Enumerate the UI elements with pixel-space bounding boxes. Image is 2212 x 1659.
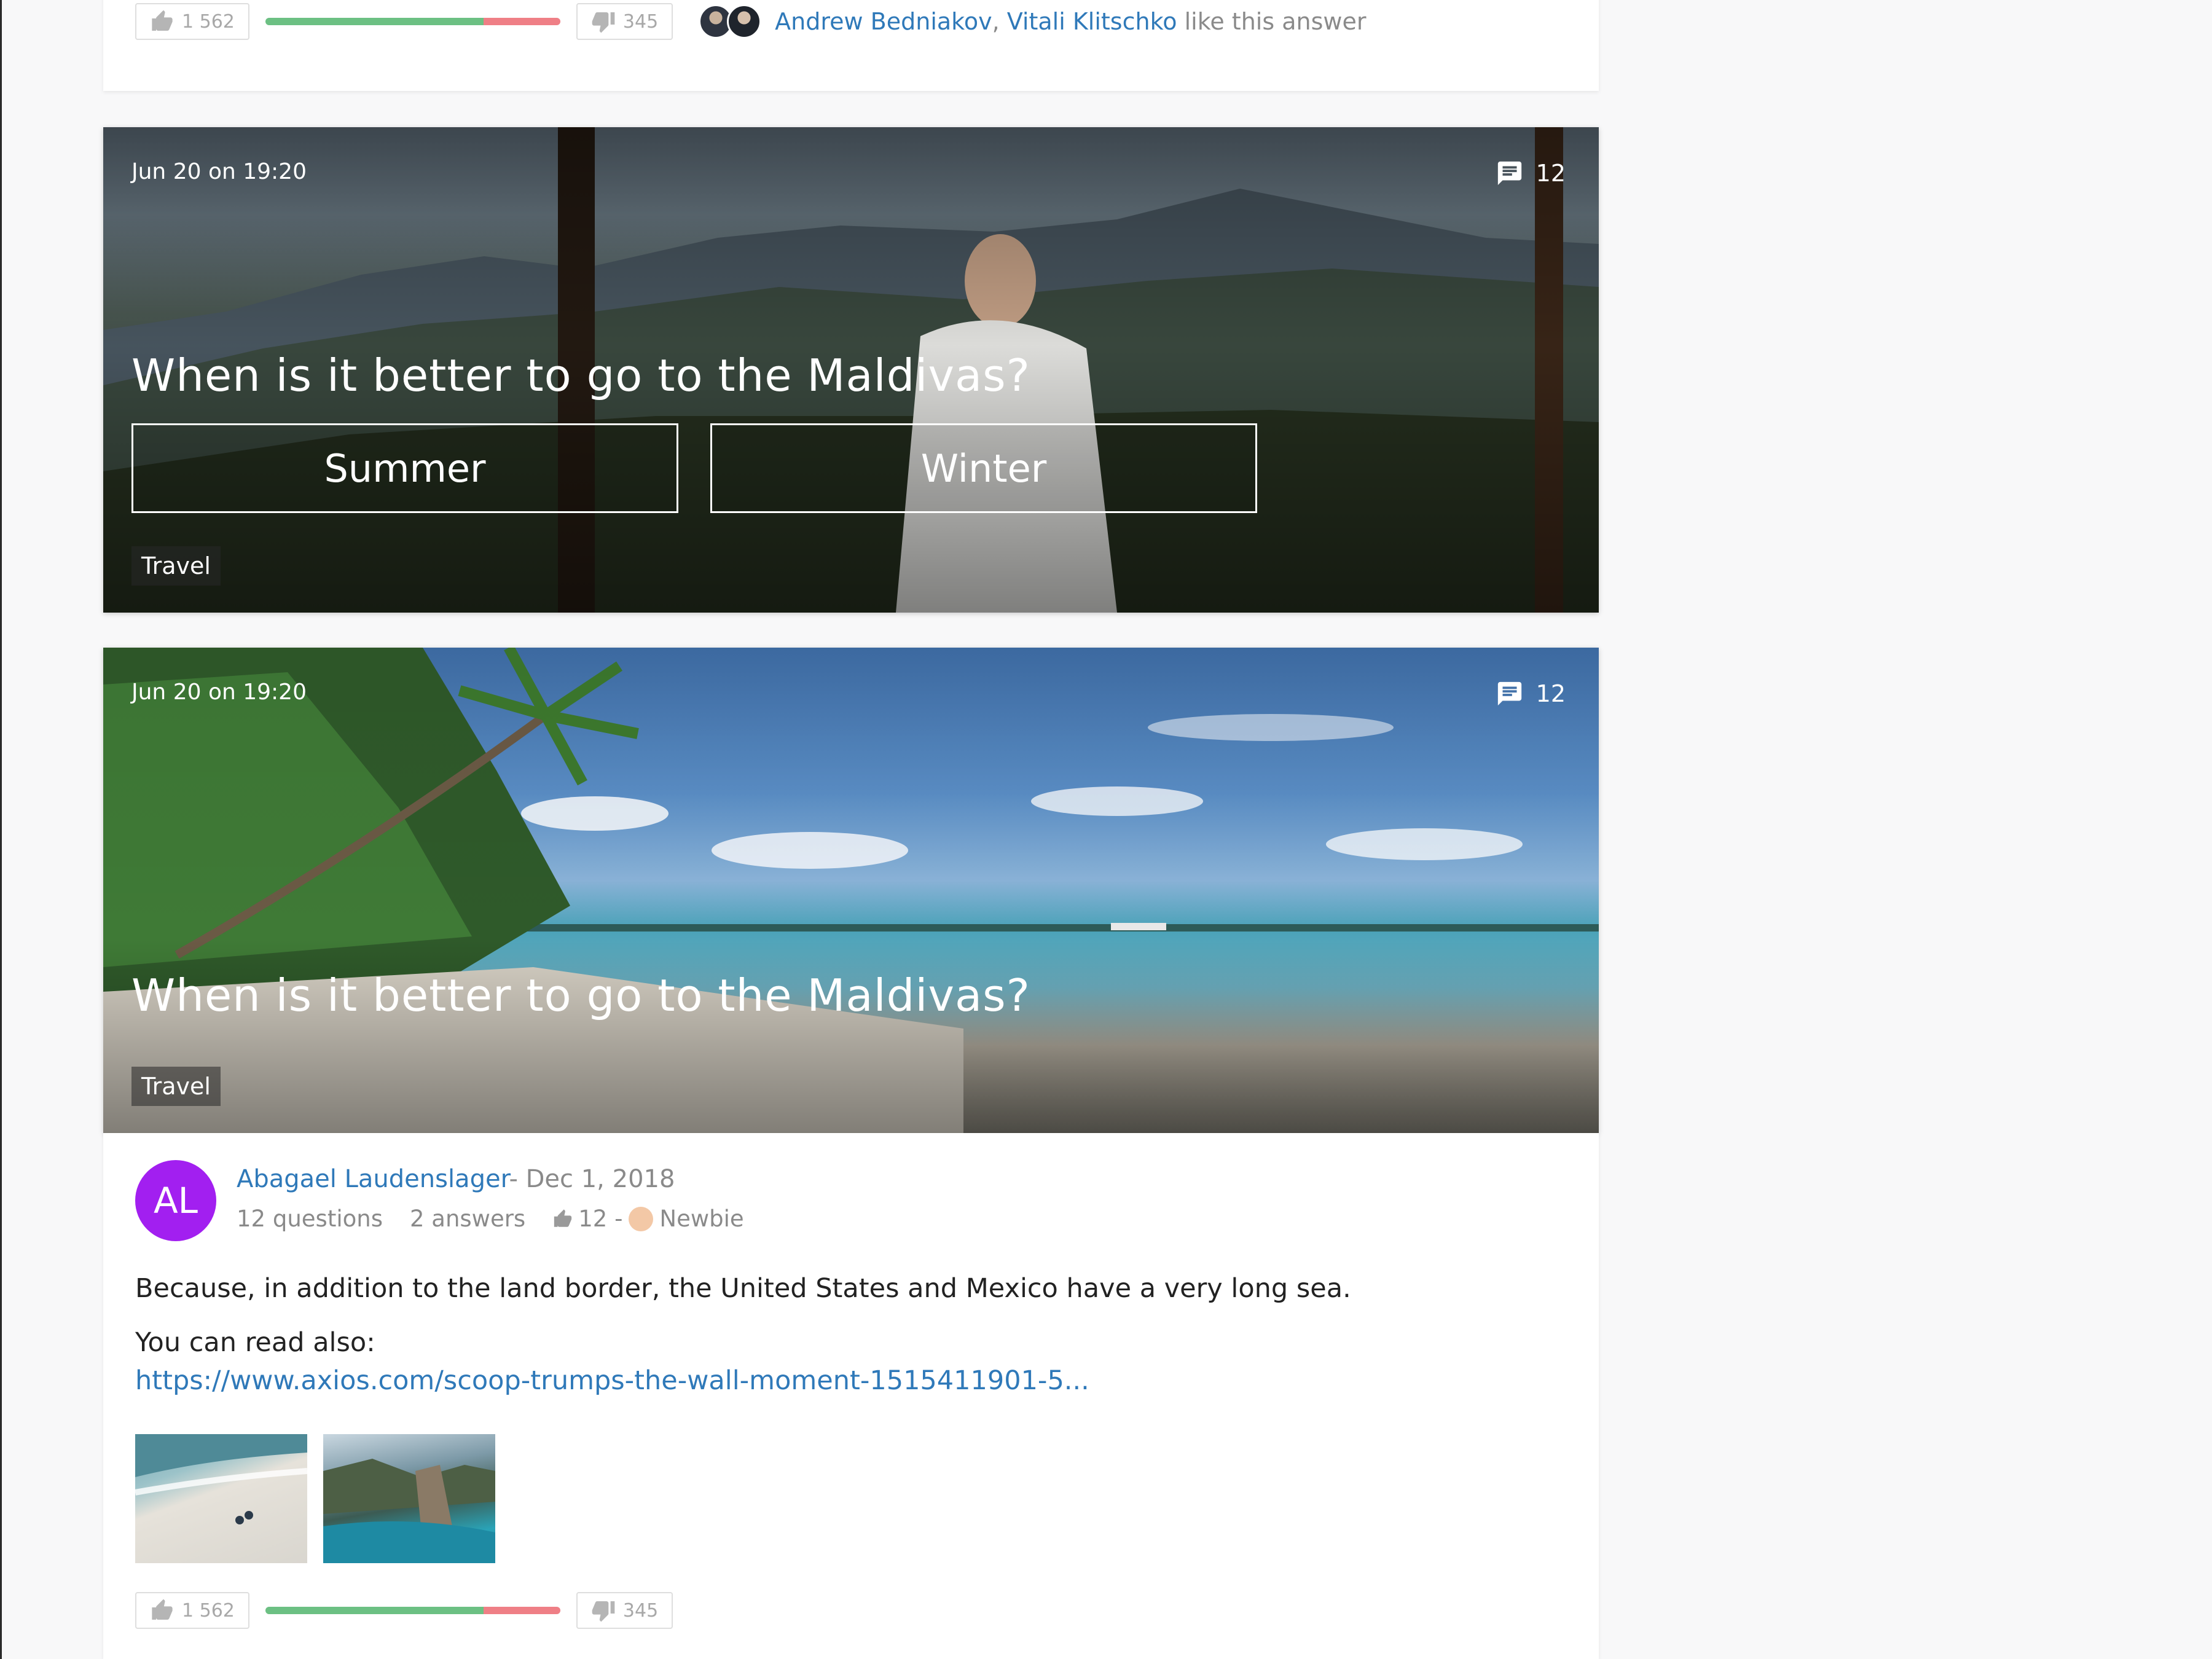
comment-count[interactable]: 12 [1496,159,1566,187]
beach-photo-thumbnail [135,1434,307,1524]
question-title[interactable]: When is it better to go to the Maldivas? [131,970,1030,1021]
coast-photo-thumbnail [323,1459,495,1563]
like-count: 1 562 [182,1599,235,1622]
comment-count[interactable]: 12 [1496,680,1566,708]
author-rank: Newbie [659,1206,744,1232]
author-line: Abagael Laudenslager- Dec 1, 2018 [237,1165,675,1193]
dislike-count: 345 [622,1599,659,1622]
author-likes: 12 [578,1206,608,1232]
vote-ratio-negative [484,1607,560,1614]
liker-link[interactable]: Andrew Bedniakov [775,8,992,35]
thumb-up-icon [152,10,173,31]
poll-option-winter[interactable]: Winter [710,423,1257,513]
answer-card: AL Abagael Laudenslager- Dec 1, 2018 12 … [103,1133,1599,1659]
thumb-up-icon [152,1599,173,1620]
attachment-thumbnail[interactable] [135,1434,307,1563]
newbie-badge-icon [629,1206,654,1231]
attachment-thumbnail[interactable] [323,1434,495,1563]
comment-icon [1497,681,1521,706]
category-tag[interactable]: Travel [131,546,221,586]
author-name[interactable]: Abagael Laudenslager [237,1165,509,1193]
dislike-button[interactable]: 345 [576,3,673,40]
thumb-down-icon [592,12,615,33]
poll-option-summer[interactable]: Summer [131,423,678,513]
thumb-down-icon [592,1601,615,1622]
post-date: Jun 20 on 19:20 [131,159,307,184]
poll-card[interactable]: Jun 20 on 19:20 12 When is it better to … [103,127,1599,613]
avatar[interactable]: AL [135,1160,216,1241]
likes-suffix: like this answer [1184,8,1367,35]
answer-date: - Dec 1, 2018 [509,1165,675,1193]
liker-link[interactable]: Vitali Klitschko [1007,8,1177,35]
vote-ratio-negative [484,18,560,25]
question-card[interactable]: Jun 20 on 19:20 12 When is it better to … [103,648,1599,1133]
answers-count[interactable]: 2 answers [410,1206,525,1232]
post-date: Jun 20 on 19:20 [131,680,307,705]
comment-count-value: 12 [1535,680,1566,707]
comment-count-value: 12 [1535,160,1566,187]
liker-avatars [699,3,766,40]
beach-scene-image [103,648,1599,1133]
vote-ratio-bar [265,1607,560,1614]
vote-row: 1 562 345 [135,1591,673,1630]
vote-ratio-positive [265,18,484,25]
dislike-button[interactable]: 345 [576,1592,673,1629]
thumb-up-icon [554,1209,572,1227]
category-tag[interactable]: Travel [131,1067,221,1106]
likers: Andrew Bedniakov, Vitali Klitschko like … [699,3,1366,40]
like-count: 1 562 [182,10,235,33]
vote-ratio-positive [265,1607,484,1614]
vote-ratio-bar [265,18,560,25]
read-also-label: You can read also: [135,1327,375,1358]
comment-icon [1497,161,1521,186]
previous-answer-card: 1 562 345 Andrew Bedniakov, Vitali Klits… [103,0,1599,91]
like-button[interactable]: 1 562 [135,1592,249,1629]
like-button[interactable]: 1 562 [135,3,249,40]
poll-question[interactable]: When is it better to go to the Maldivas? [131,350,1030,401]
avatar[interactable] [727,4,762,39]
answer-text: Because, in addition to the land border,… [135,1273,1351,1304]
liker-separator: , [992,8,1000,35]
answer-link[interactable]: https://www.axios.com/scoop-trumps-the-w… [135,1365,1089,1396]
left-edge [0,0,2,1659]
vote-row: 1 562 345 Andrew Bedniakov, Vitali Klits… [135,2,1366,41]
rank-separator: - [614,1206,623,1232]
author-stats: 12 questions 2 answers 12 - Newbie [237,1206,744,1232]
dislike-count: 345 [622,10,659,33]
questions-count[interactable]: 12 questions [237,1206,383,1232]
